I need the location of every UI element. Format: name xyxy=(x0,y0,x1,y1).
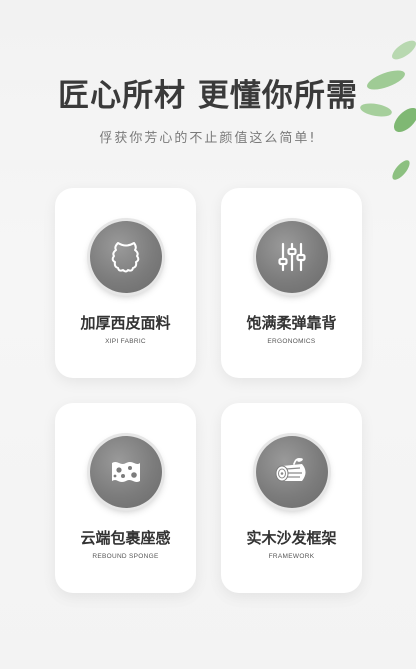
log-icon xyxy=(256,436,328,508)
feature-english-label: ERGONOMICS xyxy=(267,338,316,345)
sponge-icon xyxy=(90,436,162,508)
feature-english-label: XIPI FABRIC xyxy=(105,338,146,345)
feature-card-fabric: 加厚西皮面料 XIPI FABRIC xyxy=(55,188,196,378)
feature-name: 加厚西皮面料 xyxy=(80,314,171,332)
page-title: 匠心所材 更懂你所需 xyxy=(58,78,358,114)
feature-name: 实木沙发框架 xyxy=(246,529,337,547)
feature-english-label: FRAMEWORK xyxy=(268,553,315,560)
feature-card-framework: 实木沙发框架 FRAMEWORK xyxy=(221,403,362,593)
sliders-icon xyxy=(256,221,328,293)
feature-english-label: REBOUND SPONGE xyxy=(92,553,159,560)
feature-name: 饱满柔弹靠背 xyxy=(246,314,337,332)
leather-icon xyxy=(90,221,162,293)
feature-card-sponge: 云端包裹座感 REBOUND SPONGE xyxy=(55,403,196,593)
page-subtitle: 俘获你芳心的不止颜值这么简单! xyxy=(99,131,317,146)
feature-card-ergonomics: 饱满柔弹靠背 ERGONOMICS xyxy=(221,188,362,378)
feature-name: 云端包裹座感 xyxy=(80,529,171,547)
